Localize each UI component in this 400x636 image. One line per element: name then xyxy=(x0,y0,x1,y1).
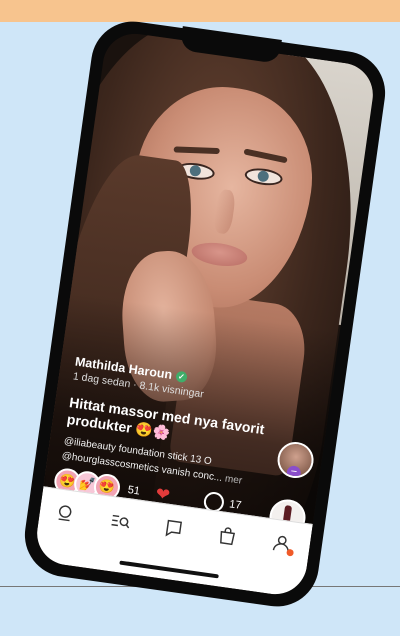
minus-badge[interactable]: − xyxy=(285,464,302,481)
profile-icon[interactable] xyxy=(269,531,296,557)
bag-icon[interactable] xyxy=(215,524,242,549)
more-link[interactable]: mer xyxy=(224,473,243,486)
phone-mockup: Mathilda Haroun ✓ 1 dag sedan · 8.1k vis… xyxy=(19,16,391,612)
verified-icon: ✓ xyxy=(175,370,188,383)
reaction-count: 51 xyxy=(126,484,141,498)
search-icon[interactable] xyxy=(54,501,81,526)
notification-dot xyxy=(285,548,294,557)
comment-count: 17 xyxy=(228,498,243,512)
feed-list-icon[interactable] xyxy=(107,509,134,534)
top-color-band xyxy=(0,0,400,22)
app-screen: Mathilda Haroun ✓ 1 dag sedan · 8.1k vis… xyxy=(33,29,377,599)
chat-icon[interactable] xyxy=(161,516,188,541)
